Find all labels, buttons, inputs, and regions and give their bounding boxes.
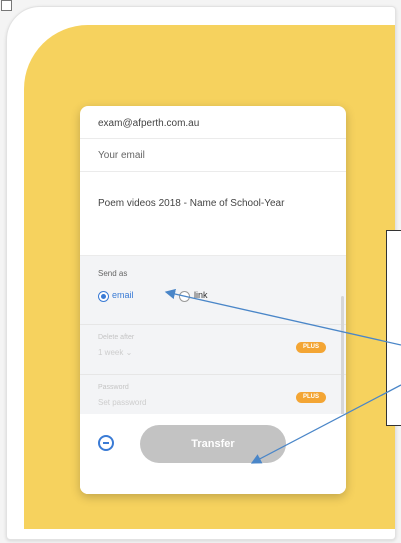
message-text: Poem videos 2018 - Name of School-Year (98, 198, 285, 209)
password-input[interactable]: Set password (98, 398, 146, 407)
password-label: Password (98, 384, 129, 391)
link-radio-button[interactable] (179, 291, 190, 302)
delete-after-option[interactable]: Delete after 1 week ⌄ PLUS (80, 324, 346, 373)
delete-after-value: 1 week (98, 348, 124, 357)
email-radio-button[interactable] (98, 291, 109, 302)
delete-after-select[interactable]: 1 week ⌄ (98, 348, 132, 357)
recipient-email-field[interactable]: exam@afperth.com.au (80, 106, 346, 139)
link-option-label[interactable]: link (194, 290, 208, 300)
message-field[interactable]: Poem videos 2018 - Name of School-Year (80, 172, 346, 256)
transfer-button[interactable]: Transfer (140, 425, 286, 463)
email-option-label[interactable]: email (112, 290, 134, 300)
your-email-field[interactable]: Your email (80, 139, 346, 172)
plus-badge: PLUS (296, 392, 326, 403)
plus-badge: PLUS (296, 342, 326, 353)
send-as-label: Send as (98, 269, 128, 278)
annotation-callout-box (386, 230, 401, 426)
your-email-placeholder: Your email (98, 150, 145, 161)
minus-circle-icon[interactable] (98, 435, 114, 451)
delete-after-label: Delete after (98, 334, 135, 341)
card-footer: Transfer (80, 414, 346, 494)
chevron-down-icon: ⌄ (125, 348, 133, 357)
transfer-card: exam@afperth.com.au Your email Poem vide… (80, 106, 346, 494)
corner-checkbox (1, 0, 12, 11)
options-section: Send as email link Delete after 1 week ⌄… (80, 256, 346, 414)
recipient-email-value: exam@afperth.com.au (98, 118, 200, 129)
scrollbar[interactable] (341, 296, 344, 416)
